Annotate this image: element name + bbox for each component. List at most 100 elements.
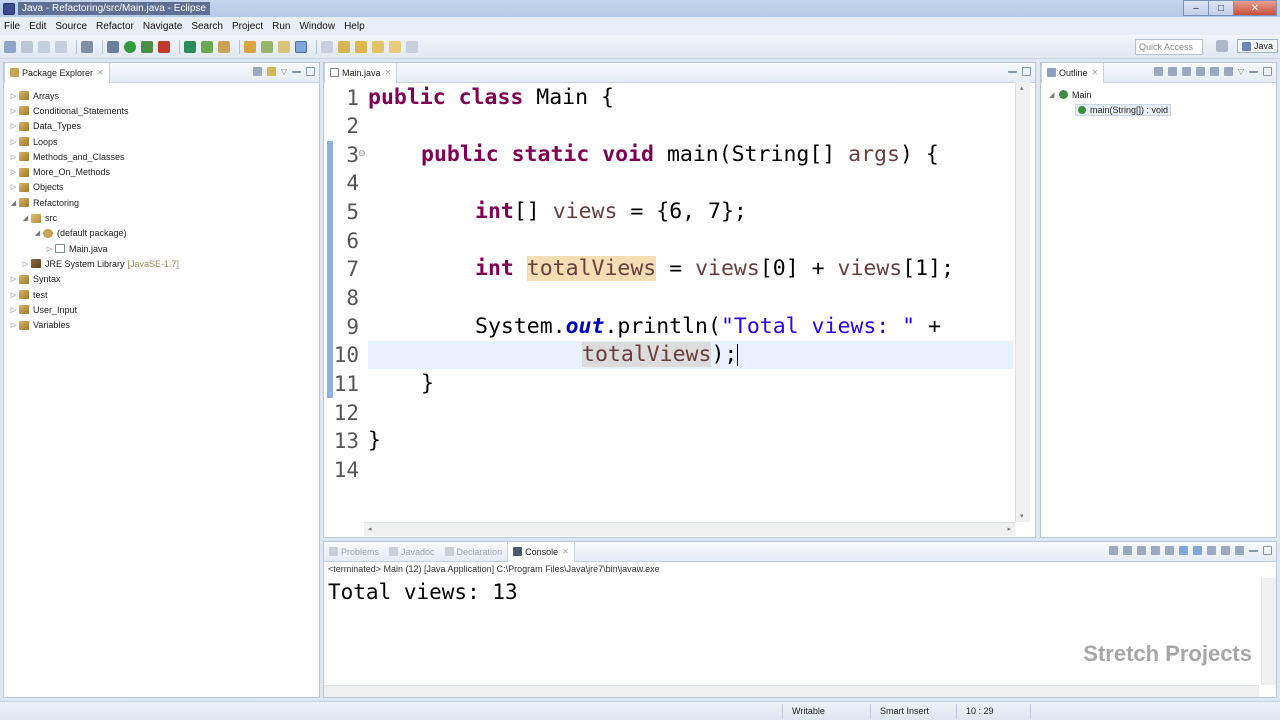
hide-static-icon[interactable] xyxy=(1195,67,1205,76)
menu-navigate[interactable]: Navigate xyxy=(143,21,182,32)
open-console-icon[interactable] xyxy=(1235,546,1244,555)
scroll-down-icon[interactable]: ▾ xyxy=(1020,512,1024,520)
scroll-left-icon[interactable]: ◂ xyxy=(368,525,372,533)
expand-arrow-icon[interactable]: ▷ xyxy=(9,291,18,299)
hide-fields-icon[interactable] xyxy=(1181,67,1191,76)
toggle-mark-icon[interactable] xyxy=(278,40,290,53)
menu-project[interactable]: Project xyxy=(232,21,263,32)
expand-arrow-icon[interactable]: ▷ xyxy=(9,168,18,176)
menu-help[interactable]: Help xyxy=(344,21,365,32)
save-icon[interactable] xyxy=(21,40,33,53)
tree-item[interactable]: ▷ User_Input xyxy=(4,302,319,317)
maximize-icon[interactable] xyxy=(1263,546,1272,555)
tree-item[interactable]: ▷ test xyxy=(4,287,319,302)
expand-arrow-icon[interactable]: ▷ xyxy=(45,245,54,253)
debug-icon[interactable] xyxy=(107,40,119,53)
search-icon[interactable] xyxy=(261,40,273,53)
tree-item[interactable]: ▷ Objects xyxy=(4,180,319,195)
toggle-block-icon[interactable] xyxy=(295,40,307,53)
minimize-icon[interactable] xyxy=(292,67,301,73)
expand-arrow-icon[interactable]: ▷ xyxy=(9,275,18,283)
console-vertical-scrollbar[interactable] xyxy=(1261,578,1276,685)
tab-package-explorer[interactable]: Package Explorer ✕ xyxy=(4,62,110,83)
coverage-icon[interactable] xyxy=(141,40,153,53)
minimize-icon[interactable] xyxy=(1008,67,1017,73)
collapse-all-icon[interactable] xyxy=(252,67,262,76)
show-on-stderr-icon[interactable] xyxy=(1193,546,1202,555)
code-line[interactable]: } xyxy=(368,427,381,456)
minimize-icon[interactable] xyxy=(1249,67,1258,73)
code-line[interactable]: public class Main { xyxy=(368,84,614,113)
outline-item-class[interactable]: ◢ Main xyxy=(1049,87,1276,102)
console-horizontal-scrollbar[interactable] xyxy=(324,685,1259,697)
expand-arrow-icon[interactable]: ▷ xyxy=(9,321,18,329)
external-tools-icon[interactable] xyxy=(158,40,170,53)
scroll-right-icon[interactable]: ▸ xyxy=(1007,525,1011,533)
tree-item[interactable]: ▷ Main.java xyxy=(4,241,319,256)
minimize-icon[interactable] xyxy=(1249,546,1258,552)
maximize-icon[interactable] xyxy=(1022,67,1031,76)
open-console-icon[interactable] xyxy=(81,40,93,53)
quick-access-input[interactable]: Quick Access xyxy=(1135,39,1203,55)
tree-item[interactable]: ▷ Conditional_Statements xyxy=(4,103,319,118)
save-all-icon[interactable] xyxy=(38,40,50,53)
tree-item[interactable]: ▷ Variables xyxy=(4,317,319,332)
collapse-arrow-icon[interactable]: ◢ xyxy=(21,214,30,222)
tree-item[interactable]: ◢ Refactoring xyxy=(4,195,319,210)
outline-selected-method[interactable]: main(String[]) : void xyxy=(1075,103,1172,116)
fold-toggle-icon[interactable]: ⊖ xyxy=(358,148,366,159)
maximize-button[interactable]: □ xyxy=(1208,0,1234,16)
java-perspective-button[interactable]: Java xyxy=(1237,39,1279,53)
remove-all-terminated-icon[interactable] xyxy=(1137,546,1146,555)
clear-console-icon[interactable] xyxy=(1151,546,1160,555)
tab-problems[interactable]: Problems xyxy=(324,542,384,562)
pin-console-icon[interactable] xyxy=(1207,546,1216,555)
tab-main-java[interactable]: Main.java ✕ xyxy=(324,62,398,83)
code-line[interactable]: System.out.println("Total views: " + xyxy=(475,313,941,342)
new-class-icon[interactable] xyxy=(218,40,230,53)
tree-item[interactable]: ▷ Loops xyxy=(4,134,319,149)
scroll-up-icon[interactable]: ▴ xyxy=(1020,84,1024,92)
new-package-icon[interactable] xyxy=(201,40,213,53)
show-on-stdout-icon[interactable] xyxy=(1179,546,1188,555)
tree-item[interactable]: ▷ More_On_Methods xyxy=(4,164,319,179)
link-with-editor-icon[interactable] xyxy=(266,67,276,76)
tab-javadoc[interactable]: Javadoc xyxy=(384,542,440,562)
new-icon[interactable] xyxy=(4,40,16,53)
terminate-icon[interactable] xyxy=(1109,546,1118,555)
expand-arrow-icon[interactable]: ▷ xyxy=(9,122,18,130)
view-menu-icon[interactable]: ▽ xyxy=(1238,67,1244,76)
menu-refactor[interactable]: Refactor xyxy=(96,21,134,32)
expand-arrow-icon[interactable]: ▷ xyxy=(21,260,30,268)
expand-arrow-icon[interactable]: ▷ xyxy=(9,306,18,314)
display-selected-console-icon[interactable] xyxy=(1221,546,1230,555)
editor-vertical-scrollbar[interactable]: ▴ ▾ xyxy=(1015,82,1030,522)
tree-item[interactable]: ▷ JRE System Library [JavaSE-1.7] xyxy=(4,256,319,271)
hide-nonpublic-icon[interactable] xyxy=(1209,67,1219,76)
expand-arrow-icon[interactable]: ▷ xyxy=(9,138,18,146)
prev-annotation-icon[interactable] xyxy=(338,40,350,53)
close-icon[interactable]: ✕ xyxy=(1092,68,1099,77)
view-menu-icon[interactable]: ▽ xyxy=(281,67,287,76)
code-line[interactable]: public static void main(String[] args) { xyxy=(421,141,939,170)
pin-icon[interactable] xyxy=(406,40,418,53)
print-icon[interactable] xyxy=(55,40,67,53)
expand-arrow-icon[interactable]: ▷ xyxy=(9,183,18,191)
remove-launch-icon[interactable] xyxy=(1123,546,1132,555)
tab-console[interactable]: Console ✕ xyxy=(507,541,575,562)
tree-item[interactable]: ▷ Data_Types xyxy=(4,119,319,134)
run-icon[interactable] xyxy=(124,40,136,53)
tree-item[interactable]: ▷ Arrays xyxy=(4,88,319,103)
open-perspective-icon[interactable] xyxy=(1216,40,1228,52)
menu-source[interactable]: Source xyxy=(55,21,87,32)
expand-arrow-icon[interactable]: ▷ xyxy=(9,107,18,115)
tree-item[interactable]: ◢ (default package) xyxy=(4,226,319,241)
open-type-icon[interactable] xyxy=(244,40,256,53)
close-icon[interactable]: ✕ xyxy=(385,68,392,77)
new-java-project-icon[interactable] xyxy=(184,40,196,53)
collapse-all-icon[interactable] xyxy=(1153,67,1163,76)
collapse-arrow-icon[interactable]: ◢ xyxy=(1049,91,1059,99)
menu-search[interactable]: Search xyxy=(191,21,223,32)
forward-icon[interactable] xyxy=(389,40,401,53)
collapse-arrow-icon[interactable]: ◢ xyxy=(9,199,18,207)
